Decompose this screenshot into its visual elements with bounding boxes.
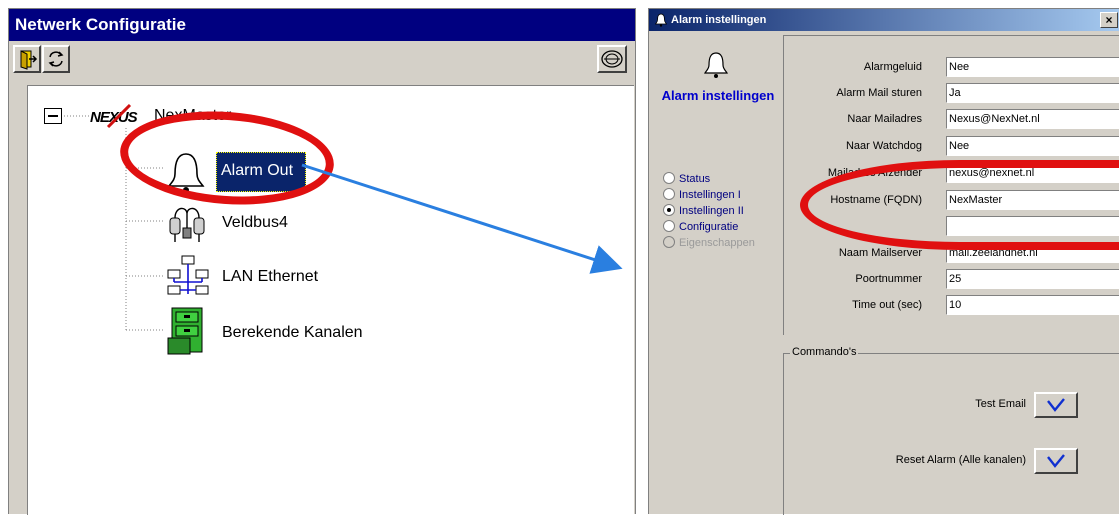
arrow-line — [301, 163, 623, 274]
pointer-arrow — [301, 163, 623, 274]
